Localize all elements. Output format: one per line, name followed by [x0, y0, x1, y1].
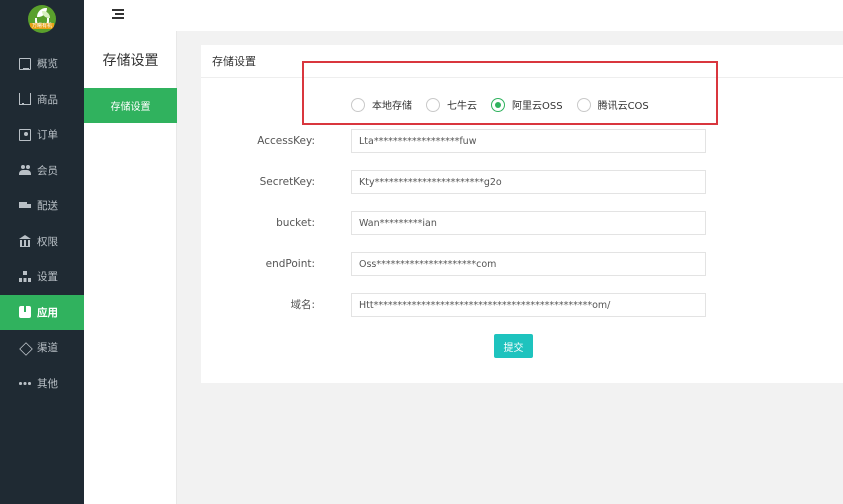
storage-type-radio-group: 本地存储 七牛云 阿里云OSS 腾讯云COS: [351, 97, 663, 112]
puzzle-icon: [19, 306, 31, 319]
truck-icon: [19, 200, 31, 212]
nav-item-orders[interactable]: 订单: [0, 117, 84, 153]
radio-qiniu[interactable]: 七牛云: [426, 97, 477, 112]
secretkey-label: SecretKey:: [259, 176, 315, 188]
radio-label: 七牛云: [447, 101, 477, 112]
radio-circle-icon: [426, 97, 440, 112]
dots-icon: [19, 377, 31, 389]
nav-item-label: 权限: [37, 235, 58, 248]
secretkey-input[interactable]: [351, 170, 706, 194]
order-icon: [19, 128, 31, 141]
nav-item-other[interactable]: 其他: [0, 366, 84, 402]
menu-toggle-icon[interactable]: [112, 9, 124, 19]
form-row-endpoint: endPoint:: [201, 252, 843, 276]
brand-logo[interactable]: 万曙有机: [28, 5, 56, 33]
top-bar: [84, 0, 843, 31]
nav-item-delivery[interactable]: 配送: [0, 188, 84, 224]
nav-item-label: 其他: [37, 377, 58, 390]
radio-aliyun-oss[interactable]: 阿里云OSS: [491, 97, 563, 112]
users-icon: [19, 164, 31, 176]
nav-item-permissions[interactable]: 权限: [0, 224, 84, 260]
nav-item-label: 概览: [37, 58, 58, 71]
bucket-input[interactable]: [351, 211, 706, 235]
radio-tencent-cos[interactable]: 腾讯云COS: [576, 97, 649, 112]
radio-local-storage[interactable]: 本地存储: [351, 97, 412, 112]
main-sidebar: 万曙有机 概览 商品 订单 会员 配送 权限 设置 应用 渠道 其他: [0, 0, 84, 504]
nav-item-apps[interactable]: 应用: [0, 294, 84, 330]
radio-label: 本地存储: [372, 101, 412, 112]
radio-label: 腾讯云COS: [597, 101, 649, 112]
nav-item-members[interactable]: 会员: [0, 153, 84, 189]
form-row-bucket: bucket:: [201, 211, 843, 235]
radio-label: 阿里云OSS: [512, 101, 563, 112]
nav-item-overview[interactable]: 概览: [0, 46, 84, 82]
radio-checked-icon: [491, 97, 505, 112]
domain-label: 域名:: [290, 299, 315, 311]
domain-input[interactable]: [351, 293, 706, 317]
endpoint-input[interactable]: [351, 252, 706, 276]
logo-leaf-small-icon: [42, 11, 50, 18]
form-row-secretkey: SecretKey:: [201, 170, 843, 194]
monitor-icon: [19, 57, 31, 70]
accesskey-label: AccessKey:: [257, 135, 315, 147]
nav-item-label: 渠道: [37, 342, 58, 355]
nav-item-label: 应用: [37, 306, 58, 319]
subnav-title: 存储设置: [102, 53, 159, 69]
sub-sidebar: 存储设置 存储设置: [84, 31, 177, 504]
sitemap-icon: [19, 270, 31, 283]
cube-icon: [19, 342, 31, 354]
form-row-accesskey: AccessKey:: [201, 129, 843, 153]
nav-item-label: 商品: [37, 93, 58, 106]
bank-icon: [19, 235, 31, 248]
endpoint-label: endPoint:: [265, 258, 315, 270]
radio-circle-icon: [351, 97, 365, 112]
nav-item-label: 配送: [37, 200, 58, 213]
submit-button[interactable]: 提交: [494, 334, 533, 358]
accesskey-input[interactable]: [351, 129, 706, 153]
logo-text: 万曙有机: [31, 23, 52, 29]
nav-item-label: 会员: [37, 164, 58, 177]
bucket-label: bucket:: [276, 217, 315, 229]
radio-circle-icon: [576, 97, 591, 112]
nav-item-settings[interactable]: 设置: [0, 259, 84, 295]
nav-item-label: 设置: [37, 271, 58, 284]
nav-item-goods[interactable]: 商品: [0, 82, 84, 118]
panel-header: 存储设置: [201, 45, 843, 78]
main-nav: 概览 商品 订单 会员 配送 权限 设置 应用 渠道 其他: [0, 46, 84, 401]
form-row-domain: 域名:: [201, 293, 843, 317]
subnav-item-storage-settings[interactable]: 存储设置: [84, 88, 177, 123]
nav-item-label: 订单: [37, 129, 58, 142]
nav-item-channels[interactable]: 渠道: [0, 330, 84, 366]
cart-icon: [19, 93, 31, 106]
